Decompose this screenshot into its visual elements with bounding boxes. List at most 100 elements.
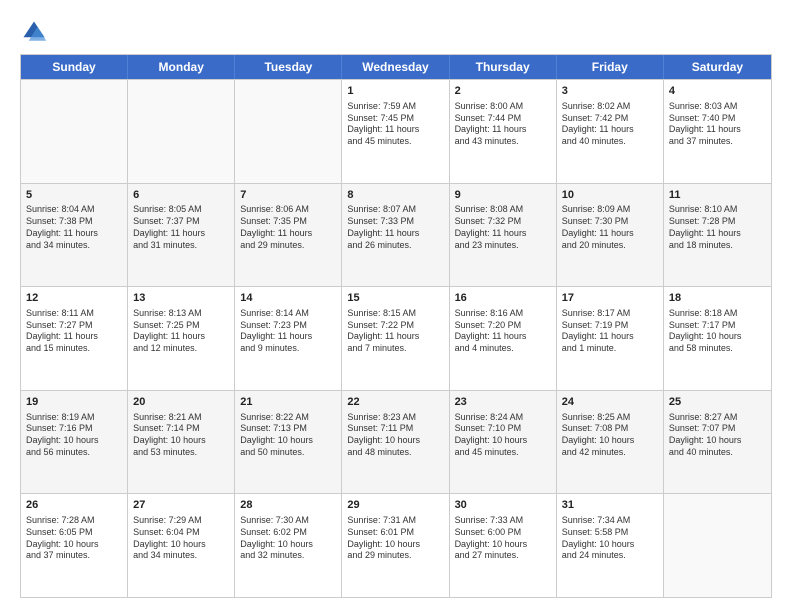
calendar-cell-1: 1Sunrise: 7:59 AM Sunset: 7:45 PM Daylig…	[342, 80, 449, 183]
calendar-cell-4: 4 Sunrise: 8:03 AM Sunset: 7:40 PM Daylig…	[664, 80, 771, 183]
day-number: 8	[347, 188, 443, 203]
calendar-row-2: 12 Sunrise: 8:11 AM Sunset: 7:27 PM Dayli…	[21, 286, 771, 390]
day-number: 9	[455, 188, 551, 203]
cell-info: Sunrise: 8:03 AM Sunset: 7:40 PM Dayligh…	[669, 101, 766, 148]
calendar-cell-3: 3 Sunrise: 8:02 AM Sunset: 7:42 PM Daylig…	[557, 80, 664, 183]
day-number: 12	[26, 291, 122, 306]
cell-info: Sunrise: 8:06 AM Sunset: 7:35 PM Dayligh…	[240, 204, 336, 251]
calendar-cell-12: 12 Sunrise: 8:11 AM Sunset: 7:27 PM Dayli…	[21, 287, 128, 390]
calendar-row-1: 5Sunrise: 8:04 AM Sunset: 7:38 PM Daylig…	[21, 183, 771, 287]
day-number: 22	[347, 395, 443, 410]
day-number: 31	[562, 498, 658, 513]
day-number: 23	[455, 395, 551, 410]
calendar-cell-30: 30 Sunrise: 7:33 AM Sunset: 6:00 PM Dayli…	[450, 494, 557, 597]
calendar-body: 1Sunrise: 7:59 AM Sunset: 7:45 PM Daylig…	[21, 79, 771, 597]
day-number: 7	[240, 188, 336, 203]
calendar-cell-27: 27Sunrise: 7:29 AM Sunset: 6:04 PM Dayli…	[128, 494, 235, 597]
calendar-cell-17: 17 Sunrise: 8:17 AM Sunset: 7:19 PM Dayli…	[557, 287, 664, 390]
day-number: 16	[455, 291, 551, 306]
header	[20, 18, 772, 46]
cell-info: Sunrise: 7:28 AM Sunset: 6:05 PM Dayligh…	[26, 515, 122, 562]
day-number: 3	[562, 84, 658, 99]
calendar-cell-11: 11Sunrise: 8:10 AM Sunset: 7:28 PM Dayli…	[664, 184, 771, 287]
day-number: 6	[133, 188, 229, 203]
cell-info: Sunrise: 8:22 AM Sunset: 7:13 PM Dayligh…	[240, 412, 336, 459]
calendar-cell-21: 21 Sunrise: 8:22 AM Sunset: 7:13 PM Dayli…	[235, 391, 342, 494]
calendar-cell-empty-0-2	[235, 80, 342, 183]
cell-info: Sunrise: 8:15 AM Sunset: 7:22 PM Dayligh…	[347, 308, 443, 355]
cell-info: Sunrise: 7:34 AM Sunset: 5:58 PM Dayligh…	[562, 515, 658, 562]
calendar-cell-9: 9Sunrise: 8:08 AM Sunset: 7:32 PM Daylig…	[450, 184, 557, 287]
cell-info: Sunrise: 8:10 AM Sunset: 7:28 PM Dayligh…	[669, 204, 766, 251]
calendar-cell-25: 25Sunrise: 8:27 AM Sunset: 7:07 PM Dayli…	[664, 391, 771, 494]
cell-info: Sunrise: 8:09 AM Sunset: 7:30 PM Dayligh…	[562, 204, 658, 251]
calendar-cell-14: 14 Sunrise: 8:14 AM Sunset: 7:23 PM Dayli…	[235, 287, 342, 390]
cell-info: Sunrise: 8:25 AM Sunset: 7:08 PM Dayligh…	[562, 412, 658, 459]
calendar-cell-28: 28Sunrise: 7:30 AM Sunset: 6:02 PM Dayli…	[235, 494, 342, 597]
cell-info: Sunrise: 7:33 AM Sunset: 6:00 PM Dayligh…	[455, 515, 551, 562]
page: SundayMondayTuesdayWednesdayThursdayFrid…	[0, 0, 792, 612]
weekday-header-tuesday: Tuesday	[235, 55, 342, 79]
day-number: 29	[347, 498, 443, 513]
cell-info: Sunrise: 8:07 AM Sunset: 7:33 PM Dayligh…	[347, 204, 443, 251]
weekday-header-wednesday: Wednesday	[342, 55, 449, 79]
calendar-cell-empty-0-0	[21, 80, 128, 183]
calendar-cell-2: 2 Sunrise: 8:00 AM Sunset: 7:44 PM Daylig…	[450, 80, 557, 183]
calendar-row-3: 19Sunrise: 8:19 AM Sunset: 7:16 PM Dayli…	[21, 390, 771, 494]
calendar-cell-19: 19Sunrise: 8:19 AM Sunset: 7:16 PM Dayli…	[21, 391, 128, 494]
calendar-cell-18: 18 Sunrise: 8:18 AM Sunset: 7:17 PM Dayli…	[664, 287, 771, 390]
logo-icon	[20, 18, 48, 46]
day-number: 11	[669, 188, 766, 203]
cell-info: Sunrise: 8:13 AM Sunset: 7:25 PM Dayligh…	[133, 308, 229, 355]
calendar-cell-5: 5Sunrise: 8:04 AM Sunset: 7:38 PM Daylig…	[21, 184, 128, 287]
calendar-cell-20: 20 Sunrise: 8:21 AM Sunset: 7:14 PM Dayli…	[128, 391, 235, 494]
day-number: 2	[455, 84, 551, 99]
calendar-row-0: 1Sunrise: 7:59 AM Sunset: 7:45 PM Daylig…	[21, 79, 771, 183]
calendar-cell-24: 24 Sunrise: 8:25 AM Sunset: 7:08 PM Dayli…	[557, 391, 664, 494]
day-number: 4	[669, 84, 766, 99]
calendar-cell-22: 22 Sunrise: 8:23 AM Sunset: 7:11 PM Dayli…	[342, 391, 449, 494]
calendar-row-4: 26 Sunrise: 7:28 AM Sunset: 6:05 PM Dayli…	[21, 493, 771, 597]
calendar-cell-23: 23 Sunrise: 8:24 AM Sunset: 7:10 PM Dayli…	[450, 391, 557, 494]
calendar-cell-31: 31 Sunrise: 7:34 AM Sunset: 5:58 PM Dayli…	[557, 494, 664, 597]
day-number: 18	[669, 291, 766, 306]
calendar-cell-empty-4-6	[664, 494, 771, 597]
cell-info: Sunrise: 8:04 AM Sunset: 7:38 PM Dayligh…	[26, 204, 122, 251]
cell-info: Sunrise: 8:02 AM Sunset: 7:42 PM Dayligh…	[562, 101, 658, 148]
cell-info: Sunrise: 8:14 AM Sunset: 7:23 PM Dayligh…	[240, 308, 336, 355]
day-number: 14	[240, 291, 336, 306]
cell-info: Sunrise: 8:21 AM Sunset: 7:14 PM Dayligh…	[133, 412, 229, 459]
day-number: 20	[133, 395, 229, 410]
cell-info: Sunrise: 8:11 AM Sunset: 7:27 PM Dayligh…	[26, 308, 122, 355]
weekday-header-sunday: Sunday	[21, 55, 128, 79]
cell-info: Sunrise: 8:24 AM Sunset: 7:10 PM Dayligh…	[455, 412, 551, 459]
cell-info: Sunrise: 8:00 AM Sunset: 7:44 PM Dayligh…	[455, 101, 551, 148]
day-number: 25	[669, 395, 766, 410]
day-number: 13	[133, 291, 229, 306]
cell-info: Sunrise: 7:31 AM Sunset: 6:01 PM Dayligh…	[347, 515, 443, 562]
calendar-cell-10: 10Sunrise: 8:09 AM Sunset: 7:30 PM Dayli…	[557, 184, 664, 287]
cell-info: Sunrise: 8:16 AM Sunset: 7:20 PM Dayligh…	[455, 308, 551, 355]
day-number: 10	[562, 188, 658, 203]
day-number: 15	[347, 291, 443, 306]
cell-info: Sunrise: 8:23 AM Sunset: 7:11 PM Dayligh…	[347, 412, 443, 459]
day-number: 17	[562, 291, 658, 306]
cell-info: Sunrise: 8:17 AM Sunset: 7:19 PM Dayligh…	[562, 308, 658, 355]
cell-info: Sunrise: 7:59 AM Sunset: 7:45 PM Dayligh…	[347, 101, 443, 148]
cell-info: Sunrise: 7:29 AM Sunset: 6:04 PM Dayligh…	[133, 515, 229, 562]
cell-info: Sunrise: 8:19 AM Sunset: 7:16 PM Dayligh…	[26, 412, 122, 459]
calendar-cell-13: 13 Sunrise: 8:13 AM Sunset: 7:25 PM Dayli…	[128, 287, 235, 390]
logo	[20, 18, 52, 46]
calendar-cell-29: 29 Sunrise: 7:31 AM Sunset: 6:01 PM Dayli…	[342, 494, 449, 597]
day-number: 24	[562, 395, 658, 410]
cell-info: Sunrise: 8:18 AM Sunset: 7:17 PM Dayligh…	[669, 308, 766, 355]
day-number: 30	[455, 498, 551, 513]
weekday-header-friday: Friday	[557, 55, 664, 79]
weekday-header-saturday: Saturday	[664, 55, 771, 79]
calendar-cell-7: 7Sunrise: 8:06 AM Sunset: 7:35 PM Daylig…	[235, 184, 342, 287]
cell-info: Sunrise: 8:08 AM Sunset: 7:32 PM Dayligh…	[455, 204, 551, 251]
calendar-cell-26: 26 Sunrise: 7:28 AM Sunset: 6:05 PM Dayli…	[21, 494, 128, 597]
day-number: 26	[26, 498, 122, 513]
calendar-header: SundayMondayTuesdayWednesdayThursdayFrid…	[21, 55, 771, 79]
day-number: 21	[240, 395, 336, 410]
